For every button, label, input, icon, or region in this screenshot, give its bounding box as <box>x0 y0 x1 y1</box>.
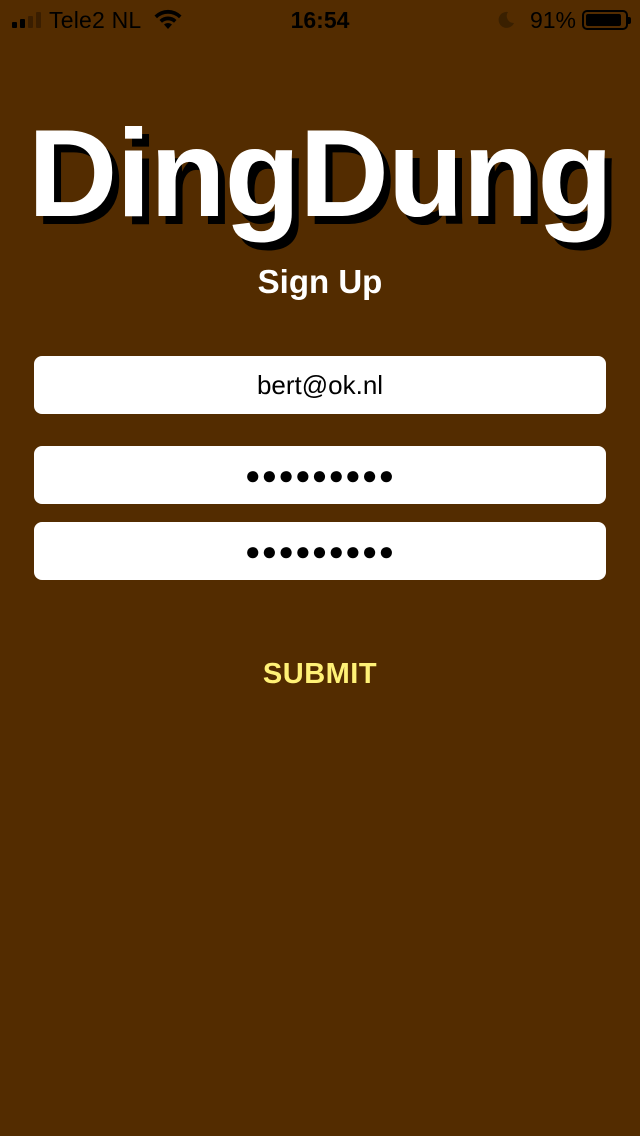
battery-percentage: 91% <box>529 6 576 33</box>
do-not-disturb-moon-icon <box>498 11 514 28</box>
page-title: Sign Up <box>257 263 383 300</box>
submit-button[interactable]: SUBMIT <box>220 652 420 696</box>
battery-icon <box>582 10 631 30</box>
status-bar: Tele2 NL 16:54 91% <box>0 0 640 40</box>
app-title: DingDung <box>27 105 613 243</box>
status-bar-right: 91% <box>496 6 631 34</box>
email-field[interactable]: bert@ok.nl <box>34 356 606 414</box>
battery-level-fill <box>586 14 621 26</box>
confirm-password-field[interactable]: ●●●●●●●●● <box>34 522 606 580</box>
password-field[interactable]: ●●●●●●●●● <box>34 446 606 504</box>
